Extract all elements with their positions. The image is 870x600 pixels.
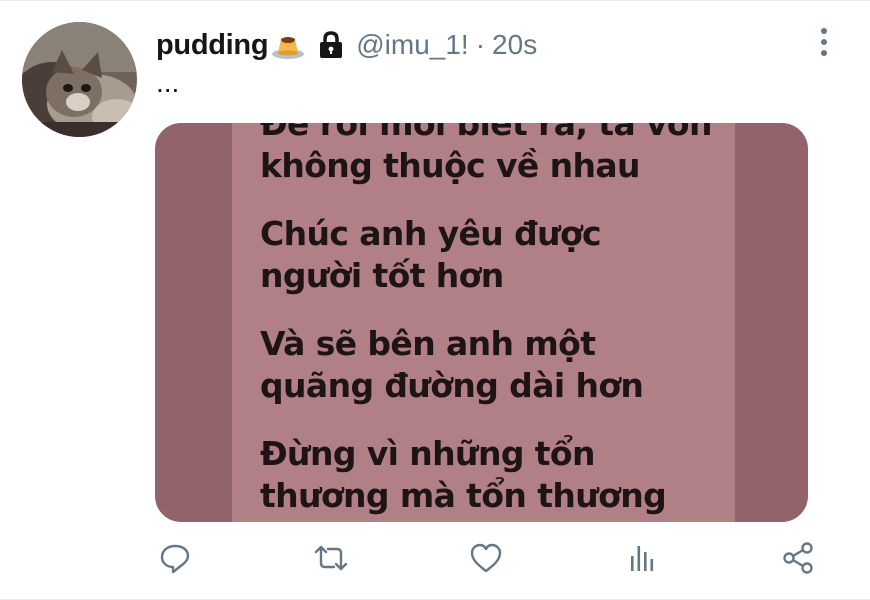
lyrics-line: Chúc anh yêu được bbox=[260, 214, 602, 253]
tweet-header: pudding @imu_1! · 20s bbox=[156, 25, 537, 65]
lyrics-line: thương mà tổn thương bbox=[260, 476, 667, 515]
retweet-button[interactable] bbox=[309, 536, 353, 580]
tweet-card[interactable]: pudding @imu_1! · 20s ... Để rồi mới biế… bbox=[0, 0, 870, 600]
lyrics-stanza: Đừng vì những tổn thương mà tổn thương bbox=[260, 433, 730, 517]
tweet-media-image[interactable]: Để rồi mới biết ra, ta vốn không thuộc v… bbox=[155, 123, 808, 522]
lyrics-stanza: Để rồi mới biết ra, ta vốn không thuộc v… bbox=[260, 123, 730, 187]
reply-button[interactable] bbox=[153, 536, 197, 580]
lyrics-stanza: Và sẽ bên anh một quãng đường dài hơn bbox=[260, 323, 730, 407]
more-options-icon[interactable] bbox=[812, 25, 836, 59]
pudding-emoji-icon bbox=[271, 30, 305, 60]
share-icon bbox=[783, 542, 813, 574]
avatar[interactable] bbox=[22, 22, 137, 137]
display-name[interactable]: pudding bbox=[156, 29, 269, 62]
timestamp[interactable]: 20s bbox=[492, 29, 537, 61]
tweet-text: ... bbox=[156, 67, 180, 98]
lyrics-line: Và sẽ bên anh một bbox=[260, 324, 596, 363]
retweet-icon bbox=[314, 545, 348, 571]
tweet-actions bbox=[0, 536, 870, 580]
lyrics-stanza: Chúc anh yêu được người tốt hơn bbox=[260, 213, 730, 297]
lyrics-screenshot: Để rồi mới biết ra, ta vốn không thuộc v… bbox=[232, 123, 735, 522]
analytics-button[interactable] bbox=[620, 536, 664, 580]
lyrics-line: Để rồi mới biết ra, ta vốn bbox=[260, 123, 712, 143]
lyrics-line: không thuộc về nhau bbox=[260, 146, 641, 185]
analytics-icon bbox=[631, 546, 654, 571]
share-button[interactable] bbox=[776, 536, 820, 580]
cat-avatar-image bbox=[22, 22, 137, 137]
heart-icon bbox=[470, 543, 502, 573]
reply-icon bbox=[160, 544, 190, 574]
lyrics-line: quãng đường dài hơn bbox=[260, 366, 644, 405]
lyrics-text: Để rồi mới biết ra, ta vốn không thuộc v… bbox=[260, 123, 730, 522]
user-handle[interactable]: @imu_1! bbox=[356, 29, 468, 61]
like-button[interactable] bbox=[464, 536, 508, 580]
lyrics-line: người tốt hơn bbox=[260, 256, 504, 295]
separator-dot: · bbox=[475, 29, 486, 60]
lyrics-line: Đừng vì những tổn bbox=[260, 434, 595, 473]
lock-icon bbox=[316, 30, 346, 60]
